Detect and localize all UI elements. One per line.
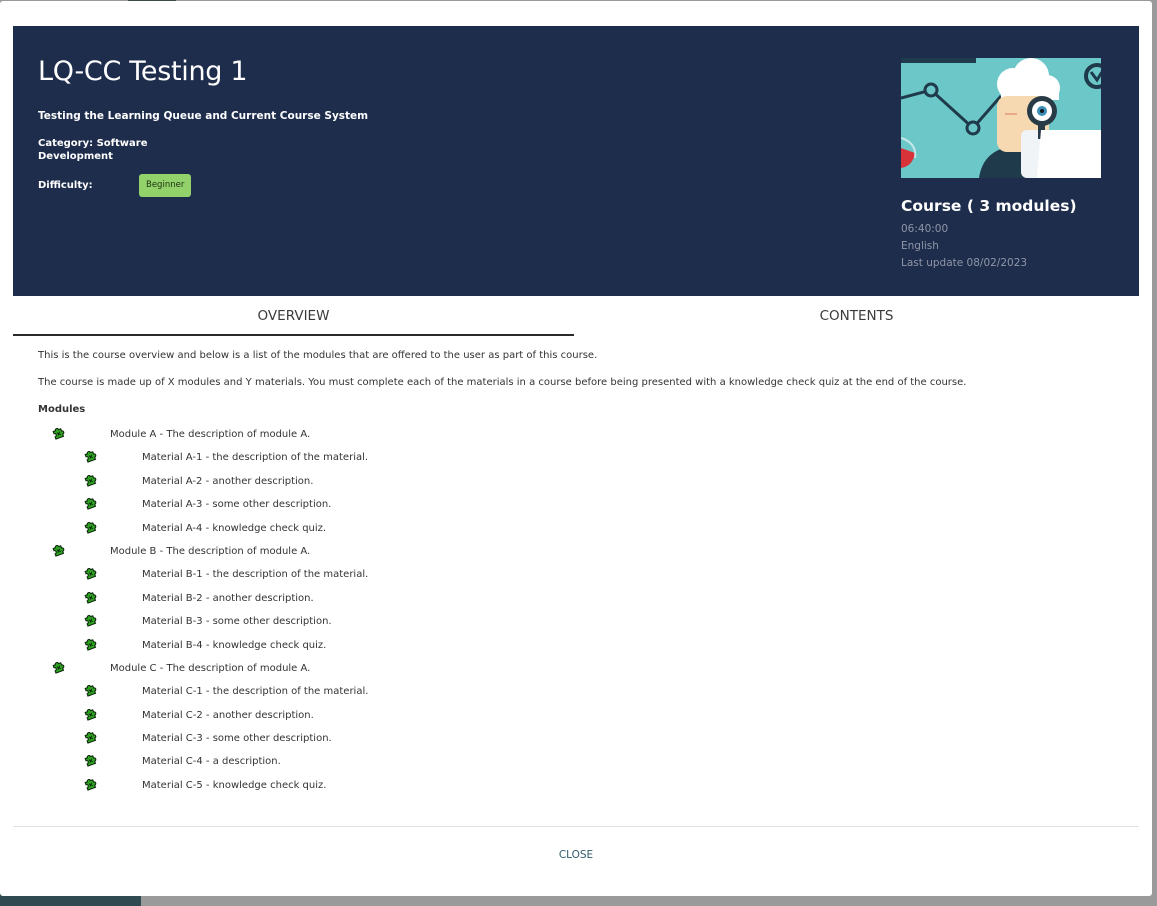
material-item: Material B-1 - the description of the ma… — [38, 566, 1128, 589]
course-details-modal: LQ-CC Testing 1 Testing the Learning Que… — [0, 1, 1152, 896]
material-item: Material A-3 - some other description. — [38, 496, 1128, 519]
material-label: Material C-4 - a description. — [142, 756, 281, 768]
material-item: Material A-4 - knowledge check quiz. — [38, 520, 1128, 543]
material-label: Material B-1 - the description of the ma… — [142, 569, 369, 581]
material-item: Material A-1 - the description of the ma… — [38, 449, 1128, 472]
puzzle-piece-icon — [83, 520, 97, 537]
material-item: Material C-1 - the description of the ma… — [38, 683, 1128, 706]
puzzle-piece-icon — [83, 590, 97, 607]
overview-details: The course is made up of X modules and Y… — [38, 377, 967, 388]
puzzle-piece-icon — [83, 730, 97, 747]
overview-intro: This is the course overview and below is… — [38, 350, 598, 361]
module-label: Module A - The description of module A. — [110, 429, 311, 440]
material-label: Material B-2 - another description. — [142, 592, 314, 604]
puzzle-piece-icon — [83, 753, 97, 770]
material-label: Material A-2 - another description. — [142, 475, 314, 487]
puzzle-piece-icon — [83, 777, 97, 794]
course-duration: 06:40:00 — [901, 223, 949, 235]
course-illustration — [901, 58, 1101, 178]
difficulty-badge: Beginner — [139, 174, 192, 197]
difficulty-label: Difficulty: — [38, 180, 93, 191]
tab-overview[interactable]: OVERVIEW — [13, 299, 574, 336]
material-item: Material C-4 - a description. — [38, 753, 1128, 776]
puzzle-piece-icon — [83, 613, 97, 630]
course-last-update: Last update 08/02/2023 — [901, 257, 1028, 269]
module-label: Module B - The description of module A. — [110, 545, 311, 557]
material-label: Material C-1 - the description of the ma… — [142, 686, 369, 698]
puzzle-piece-icon — [83, 496, 97, 513]
module-item: Module A - The description of module A. — [38, 426, 1128, 449]
material-label: Material C-2 - another description. — [142, 709, 314, 721]
material-item: Material B-2 - another description. — [38, 590, 1128, 613]
material-label: Material C-5 - knowledge check quiz. — [142, 779, 327, 791]
material-label: Material B-4 - knowledge check quiz. — [142, 639, 327, 651]
material-item: Material B-3 - some other description. — [38, 613, 1128, 636]
material-label: Material A-4 - knowledge check quiz. — [142, 522, 327, 534]
puzzle-piece-icon — [83, 637, 97, 654]
tab-contents[interactable]: CONTENTS — [576, 299, 1137, 336]
course-subtitle: Testing the Learning Queue and Current C… — [38, 110, 369, 122]
material-label: Material A-3 - some other description. — [142, 499, 332, 511]
puzzle-piece-icon — [83, 707, 97, 724]
course-hero-banner: LQ-CC Testing 1 Testing the Learning Que… — [13, 26, 1139, 296]
course-language: English — [901, 240, 939, 252]
puzzle-piece-icon — [83, 683, 97, 700]
material-label: Material C-3 - some other description. — [142, 733, 332, 745]
material-item: Material C-2 - another description. — [38, 707, 1128, 730]
module-item: Module B - The description of module A. — [38, 543, 1128, 566]
modules-heading: Modules — [38, 404, 86, 415]
footer-divider — [13, 826, 1139, 827]
puzzle-piece-icon — [51, 660, 65, 677]
course-title: LQ-CC Testing 1 — [38, 56, 248, 87]
course-meta-title: Course ( 3 modules) — [901, 197, 1077, 215]
puzzle-piece-icon — [83, 473, 97, 490]
course-category: Category: Software Development — [38, 138, 148, 162]
course-thumbnail — [901, 58, 1101, 178]
material-item: Material B-4 - knowledge check quiz. — [38, 637, 1128, 660]
material-item: Material C-5 - knowledge check quiz. — [38, 777, 1128, 800]
module-item: Module C - The description of module A. — [38, 660, 1128, 683]
material-item: Material C-3 - some other description. — [38, 730, 1128, 753]
material-label: Material A-1 - the description of the ma… — [142, 452, 369, 464]
module-label: Module C - The description of module A. — [110, 662, 311, 674]
material-label: Material B-3 - some other description. — [142, 616, 332, 628]
puzzle-piece-icon — [83, 566, 97, 583]
module-tree: Module A - The description of module A. M… — [38, 426, 1128, 800]
puzzle-piece-icon — [83, 449, 97, 466]
material-item: Material A-2 - another description. — [38, 473, 1128, 496]
puzzle-piece-icon — [51, 426, 65, 443]
overview-panel: This is the course overview and below is… — [38, 348, 1128, 800]
puzzle-piece-icon — [51, 543, 65, 560]
close-button[interactable]: CLOSE — [526, 844, 626, 866]
course-tabs: OVERVIEW CONTENTS — [13, 299, 1139, 336]
